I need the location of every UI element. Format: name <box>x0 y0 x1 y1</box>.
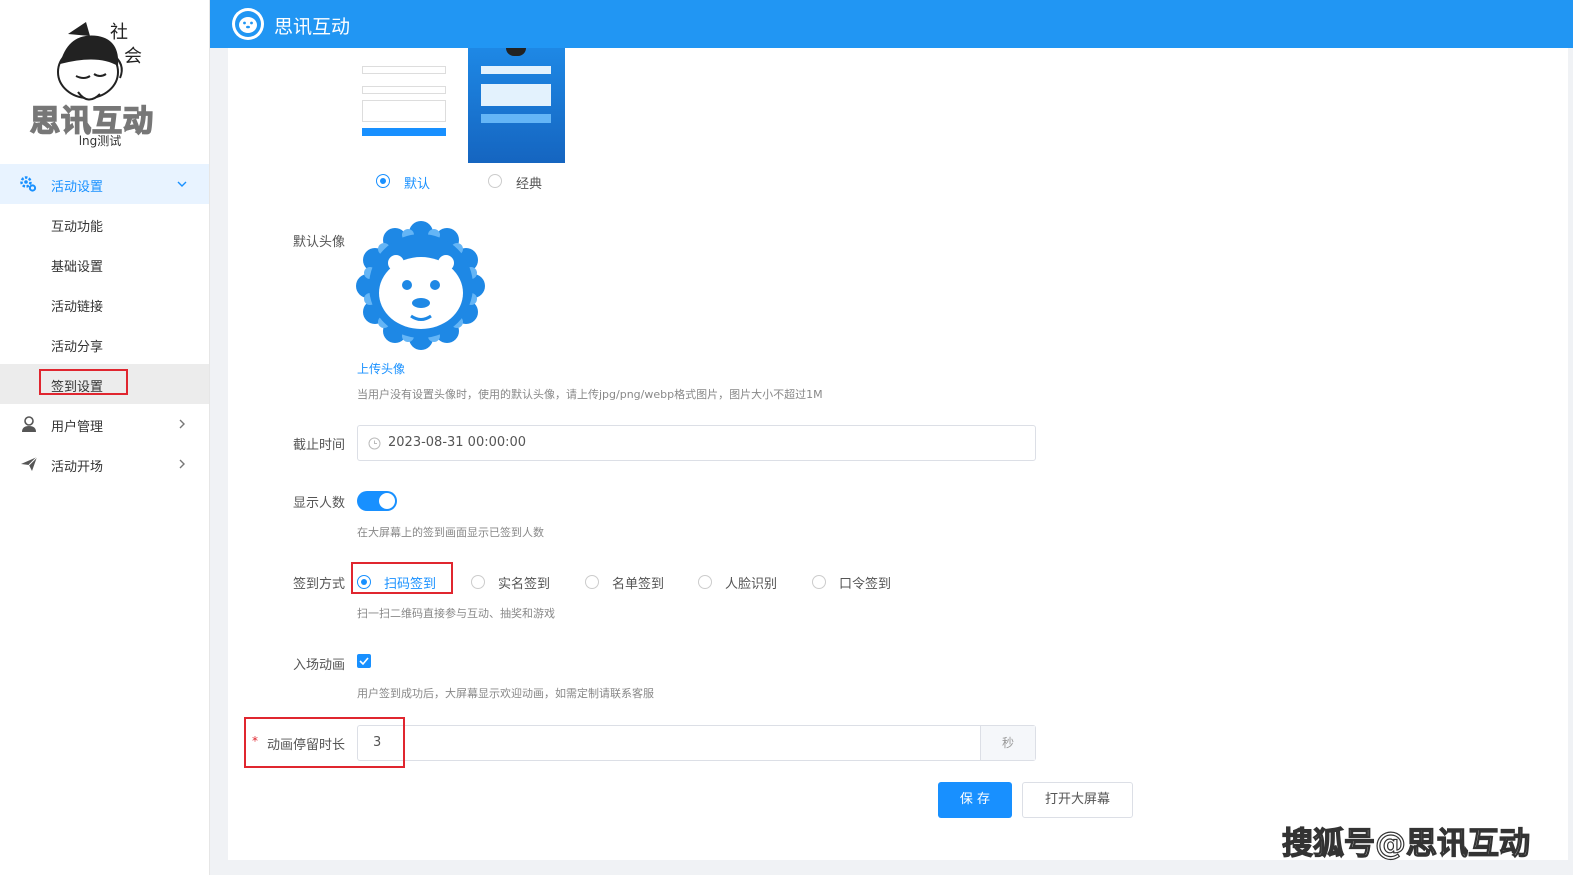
theme-radio-classic[interactable] <box>488 174 502 188</box>
sidebar-item-activity-opening[interactable]: 活动开场 <box>0 444 209 484</box>
sidebar-item-activity-share[interactable]: 活动分享 <box>0 324 209 364</box>
highlight-box <box>244 717 405 768</box>
entry-animation-help-text: 用户签到成功后，大屏幕显示欢迎动画，如需定制请联系客服 <box>357 687 654 700</box>
checkin-radio-password[interactable] <box>812 575 826 589</box>
app-logo-icon <box>230 6 266 42</box>
show-count-help-text: 在大屏幕上的签到画面显示已签到人数 <box>357 526 544 539</box>
gear-icon <box>19 175 37 193</box>
checkin-method-label: 签到方式 <box>292 577 345 592</box>
sidebar-item-basic-settings[interactable]: 基础设置 <box>0 244 209 284</box>
sidebar-group-activity-settings[interactable]: 活动设置 <box>0 164 209 204</box>
user-name: lng测试 <box>78 134 122 148</box>
deadline-label: 截止时间 <box>292 438 345 453</box>
sidebar-item-label: 活动分享 <box>51 340 104 355</box>
entry-animation-checkbox[interactable] <box>357 654 371 668</box>
show-count-toggle[interactable] <box>357 491 397 511</box>
sidebar-item-label: 互动功能 <box>51 220 104 235</box>
sidebar-item-interactive-functions[interactable]: 互动功能 <box>0 204 209 244</box>
show-count-label: 显示人数 <box>292 496 345 511</box>
avatar-help-text: 当用户没有设置头像时，使用的默认头像，请上传jpg/png/webp格式图片，图… <box>357 388 823 401</box>
checkin-label-face[interactable]: 人脸识别 <box>725 573 777 592</box>
checkin-radio-list[interactable] <box>585 575 599 589</box>
clock-icon <box>368 437 381 454</box>
save-button[interactable]: 保 存 <box>938 782 1012 818</box>
open-big-screen-button[interactable]: 打开大屏幕 <box>1022 782 1133 818</box>
theme-preview-classic[interactable] <box>468 48 565 163</box>
theme-label-classic[interactable]: 经典 <box>516 173 542 192</box>
checkin-label-realname[interactable]: 实名签到 <box>498 573 550 592</box>
upload-avatar-link[interactable]: 上传头像 <box>357 360 405 377</box>
sidebar-item-activity-link[interactable]: 活动链接 <box>0 284 209 324</box>
chevron-down-icon <box>175 177 189 191</box>
sidebar-item-label: 基础设置 <box>51 260 104 275</box>
highlight-box <box>39 369 128 395</box>
app-title: 思讯互动 <box>274 16 351 38</box>
watermark: 搜狐号@思讯互动 <box>1281 825 1530 862</box>
checkin-radio-realname[interactable] <box>471 575 485 589</box>
theme-label-default[interactable]: 默认 <box>404 173 430 192</box>
theme-radio-default[interactable] <box>376 174 390 188</box>
sidebar-item-label: 活动链接 <box>51 300 104 315</box>
unit-suffix: 秒 <box>980 726 1035 760</box>
svg-text:社: 社 <box>110 22 128 43</box>
avatar-label: 默认头像 <box>292 235 345 250</box>
sidebar-item-user-management[interactable]: 用户管理 <box>0 404 209 444</box>
deadline-input[interactable]: 2023-08-31 00:00:00 <box>357 425 1036 461</box>
checkin-help-text: 扫一扫二维码直接参与互动、抽奖和游戏 <box>357 607 555 620</box>
top-bar: 思讯互动 <box>210 0 1573 48</box>
chevron-right-icon <box>175 457 189 471</box>
checkmark-icon <box>359 657 369 666</box>
checkin-label-password[interactable]: 口令签到 <box>839 573 891 592</box>
paper-plane-icon <box>20 455 38 473</box>
animation-duration-input[interactable]: 3 秒 <box>357 725 1036 761</box>
highlight-box <box>351 562 453 594</box>
user-icon <box>20 415 38 433</box>
sidebar-item-label: 用户管理 <box>51 420 104 435</box>
chevron-right-icon <box>175 417 189 431</box>
deadline-value: 2023-08-31 00:00:00 <box>388 435 527 450</box>
theme-preview-default[interactable] <box>357 48 449 140</box>
checkin-label-list[interactable]: 名单签到 <box>612 573 664 592</box>
entry-animation-label: 入场动画 <box>292 658 345 673</box>
svg-text:会: 会 <box>124 46 142 67</box>
checkin-radio-face[interactable] <box>698 575 712 589</box>
sidebar-item-label: 活动开场 <box>51 460 104 475</box>
sidebar-group-label: 活动设置 <box>51 180 104 195</box>
default-avatar-image[interactable] <box>356 221 486 351</box>
sidebar: 社 会 思讯互动 lng测试 活动设置 互动功能 基础设置 活动链接 活动分享 … <box>0 0 210 875</box>
